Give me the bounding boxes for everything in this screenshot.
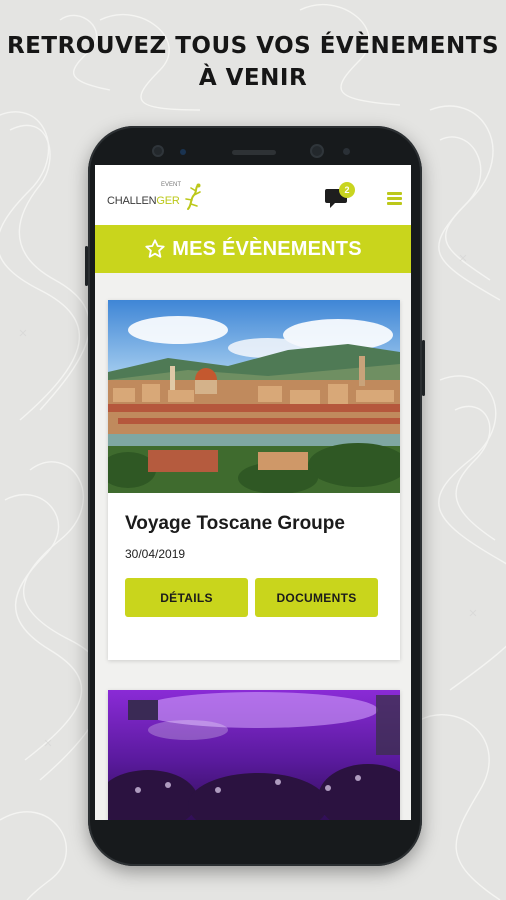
star-icon (145, 239, 165, 258)
my-events-banner: MES ÉVÈNEMENTS (95, 225, 411, 273)
event-date: 30/04/2019 (125, 547, 186, 561)
notification-count-badge: 2 (339, 182, 355, 198)
documents-button[interactable]: DOCUMENTS (255, 578, 378, 617)
hamburger-menu-button[interactable] (387, 192, 402, 205)
front-camera-2 (310, 144, 324, 158)
logo-lizard-icon (184, 183, 201, 210)
sensor-dot (180, 149, 186, 155)
challenger-logo[interactable]: CHALLENGER (107, 183, 208, 210)
menu-bar (387, 197, 402, 200)
menu-bar (387, 202, 402, 205)
event-image-florence (108, 300, 400, 493)
headline-line-2: À VENIR (198, 65, 308, 91)
sensor-dot (343, 148, 350, 155)
event-card[interactable]: Voyage Toscane Groupe 30/04/2019 DÉTAILS… (108, 300, 400, 660)
logo-tagline: EVENT (161, 182, 182, 188)
earpiece-speaker (232, 150, 276, 155)
promo-headline: RETROUVEZ TOUS VOS ÉVÈNEMENTS À VENIR (0, 30, 506, 94)
details-button[interactable]: DÉTAILS (125, 578, 248, 617)
events-list: Voyage Toscane Groupe 30/04/2019 DÉTAILS… (95, 273, 411, 820)
headline-line-1: RETROUVEZ TOUS VOS ÉVÈNEMENTS (6, 33, 500, 59)
event-image-gala (108, 690, 400, 820)
banner-title: MES ÉVÈNEMENTS (172, 237, 362, 260)
event-card[interactable] (108, 690, 400, 820)
logo-text-main: CHALLEN (107, 195, 157, 207)
front-camera (152, 145, 164, 157)
event-title: Voyage Toscane Groupe (125, 513, 345, 534)
phone-side-button (85, 246, 88, 286)
phone-side-button (422, 340, 425, 396)
menu-bar (387, 192, 402, 195)
app-header: CHALLENGER EVENT 2 (95, 165, 411, 225)
app-screen: CHALLENGER EVENT 2 MES ÉVÈNEMENTS Voyage… (95, 165, 411, 820)
logo-text-accent: GER (156, 195, 180, 207)
